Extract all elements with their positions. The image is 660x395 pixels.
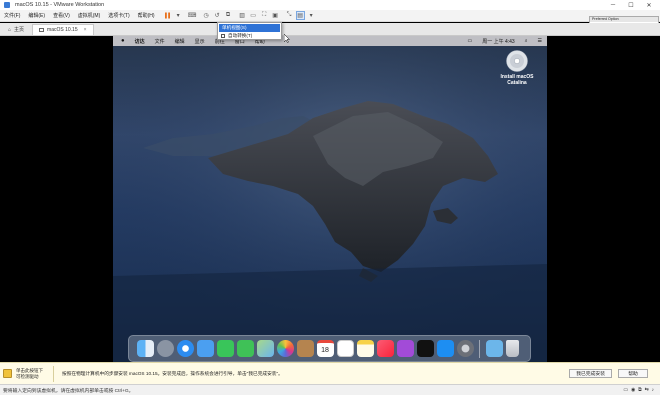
tab-macos-label: macOS 10.15 <box>47 27 78 33</box>
view-mode-chevron-icon[interactable]: ▾ <box>307 11 316 20</box>
home-icon: ⌂ <box>8 26 12 33</box>
display-icon[interactable]: ▭ <box>462 38 477 44</box>
mac-menu-edit[interactable]: 编辑 <box>170 38 190 45</box>
autofit-icon <box>221 34 225 38</box>
mac-menu-file[interactable]: 文件 <box>150 38 170 45</box>
dropdown-item-autofit[interactable]: 自动转换(T) <box>218 32 281 40</box>
catalina-wallpaper <box>113 46 547 362</box>
install-macos-label-2: Catalina <box>507 80 527 86</box>
view-mode-icon[interactable]: ▤ <box>295 11 305 20</box>
network-icon[interactable]: ⧉ <box>638 387 641 393</box>
messages-icon[interactable] <box>236 340 254 357</box>
close-tab-icon[interactable]: × <box>84 27 87 33</box>
notice-left-text: 单击此按钮下 可检测驱动 <box>16 368 43 380</box>
notice-message: 按照在物理计算机中的步骤安装 macOS 10.15。安装完成后，操作系统会进行… <box>62 370 283 376</box>
menu-vm[interactable]: 虚拟机(M) <box>74 12 105 19</box>
facetime-icon[interactable] <box>216 340 234 357</box>
macos-menubar: ● 访达 文件 编辑 显示 前往 窗口 帮助 ▭ 周一 上午 4:43 ⌕ ☰ <box>113 36 547 46</box>
calendar-icon[interactable]: 18 <box>316 340 334 357</box>
thumbnail-bar-icon[interactable]: ▭ <box>249 11 258 20</box>
mac-menu-finder[interactable]: 访达 <box>130 38 150 45</box>
tab-home-label: 主页 <box>14 27 25 33</box>
vm-icon <box>39 28 45 32</box>
snapshot-icon[interactable]: ◷ <box>202 11 211 20</box>
install-notice-bar: 单击此按钮下 可检测驱动 按照在物理计算机中的步骤安装 macOS 10.15。… <box>0 362 660 384</box>
pause-icon[interactable] <box>163 11 172 20</box>
revert-snapshot-icon[interactable]: ↺ <box>213 11 222 20</box>
fullscreen-icon[interactable]: ⛶ <box>260 11 269 20</box>
vmware-app-icon <box>4 2 10 8</box>
install-notice-icon <box>3 369 12 378</box>
send-keys-icon[interactable]: ⌨ <box>188 11 197 20</box>
tab-home[interactable]: ⌂ 主页 <box>2 24 30 35</box>
chevron-down-icon[interactable]: ▾ <box>174 11 183 20</box>
system-preferences-icon[interactable] <box>456 340 474 357</box>
snapshot-manager-icon[interactable]: ⧉ <box>224 11 233 20</box>
close-button[interactable]: ✕ <box>640 0 658 10</box>
reminders-icon[interactable] <box>336 340 354 357</box>
clock[interactable]: 周一 上午 4:43 <box>477 38 520 45</box>
tab-macos[interactable]: macOS 10.15 × <box>32 24 94 35</box>
dropdown-item-autofit-label: 自动转换(T) <box>228 33 253 38</box>
usb-icon[interactable]: ⇆ <box>645 388 649 393</box>
contacts-icon[interactable] <box>296 340 314 357</box>
notice-line2: 可检测驱动 <box>16 373 39 379</box>
mouse-cursor-icon <box>284 34 290 43</box>
status-bar: 要将输入定向到该虚拟机，请在虚拟机内部单击或按 Ctrl+G。 ▭ ◉ ⧉ ⇆ … <box>0 384 660 395</box>
install-macos-disc[interactable]: Install macOS Catalina <box>491 50 543 86</box>
minimize-button[interactable]: ─ <box>604 0 622 10</box>
menu-bar: 文件(F) 编辑(E) 查看(V) 虚拟机(M) 选项卡(T) 帮助(H) ▾ … <box>0 10 660 22</box>
hdd-icon[interactable]: ▭ <box>623 388 628 393</box>
tab-bar: ⌂ 主页 macOS 10.15 × <box>0 23 660 36</box>
menu-edit[interactable]: 编辑(E) <box>24 12 49 19</box>
maximize-button[interactable]: ☐ <box>622 0 640 10</box>
trash-icon[interactable] <box>505 340 519 357</box>
maps-icon[interactable] <box>256 340 274 357</box>
downloads-folder-icon[interactable] <box>485 340 503 357</box>
safari-icon[interactable] <box>176 340 194 357</box>
library-icon[interactable]: ▥ <box>238 11 247 20</box>
appletv-icon[interactable] <box>416 340 434 357</box>
mac-menu-view[interactable]: 显示 <box>190 38 210 45</box>
photos-icon[interactable] <box>276 340 294 357</box>
spotlight-icon[interactable]: ⌕ <box>520 38 533 44</box>
notice-divider <box>53 365 54 382</box>
mail-icon[interactable] <box>196 340 214 357</box>
launchpad-icon[interactable] <box>156 340 174 357</box>
view-mode-dropdown: 单机视图(S) 自动转换(T) <box>217 22 282 40</box>
podcasts-icon[interactable] <box>396 340 414 357</box>
finder-icon[interactable] <box>136 340 154 357</box>
menu-tabs[interactable]: 选项卡(T) <box>104 12 133 19</box>
stretch-icon[interactable]: ⤡ <box>285 11 294 20</box>
menu-file[interactable]: 文件(F) <box>0 12 24 19</box>
notice-help-button[interactable]: 帮助 <box>618 369 648 378</box>
preferred-option-label: Preferred Option <box>590 17 658 22</box>
sound-icon[interactable]: ♪ <box>652 388 654 393</box>
macos-dock: 18 <box>128 335 531 362</box>
dropdown-item-single-view[interactable]: 单机视图(S) <box>219 24 280 32</box>
cd-icon[interactable]: ◉ <box>631 388 635 393</box>
window-titlebar: macOS 10.15 - VMware Workstation <box>0 0 660 10</box>
dock-separator <box>479 339 480 358</box>
notes-icon[interactable] <box>356 340 374 357</box>
menu-view[interactable]: 查看(V) <box>49 12 74 19</box>
status-text: 要将输入定向到该虚拟机，请在虚拟机内部单击或按 Ctrl+G。 <box>3 388 134 394</box>
unity-icon[interactable]: ▣ <box>271 11 280 20</box>
finished-install-button[interactable]: 我已完成安装 <box>569 369 612 378</box>
apple-menu-icon[interactable]: ● <box>113 38 130 44</box>
appstore-icon[interactable] <box>436 340 454 357</box>
control-menu-icon[interactable]: ☰ <box>533 38 547 44</box>
macos-desktop[interactable]: Install macOS Catalina <box>113 46 547 362</box>
menu-help[interactable]: 帮助(H) <box>134 12 159 19</box>
dvd-disc-icon <box>506 50 528 72</box>
music-icon[interactable] <box>376 340 394 357</box>
window-title: macOS 10.15 - VMware Workstation <box>15 2 105 8</box>
